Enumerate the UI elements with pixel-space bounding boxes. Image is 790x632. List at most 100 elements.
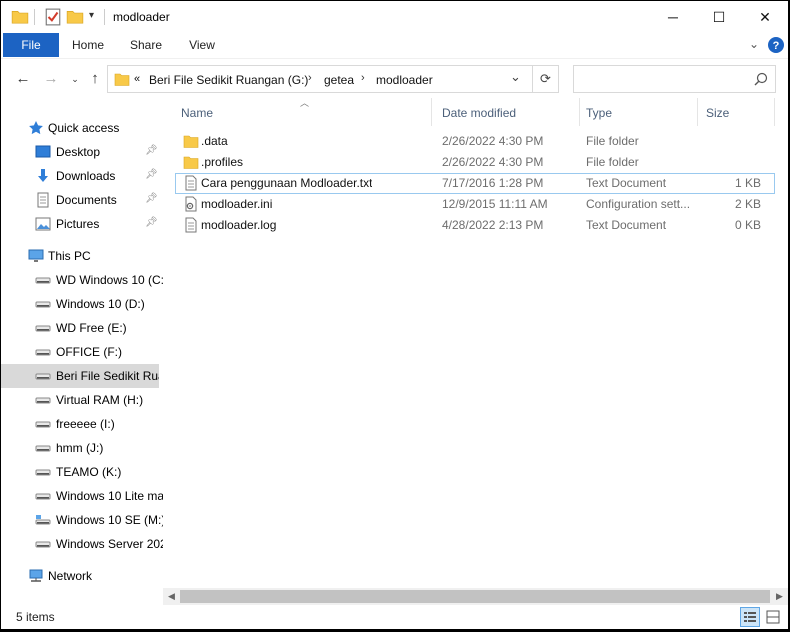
- back-button[interactable]: ←: [13, 69, 33, 89]
- nav-drive[interactable]: Windows 10 Lite ma: [1, 484, 163, 508]
- customize-quick-access-icon[interactable]: ▾: [89, 10, 94, 21]
- nav-documents[interactable]: Documents 📌︎: [1, 188, 163, 212]
- scrollbar-thumb[interactable]: [180, 590, 770, 603]
- pin-icon: 📌︎: [145, 217, 158, 228]
- table-row[interactable]: .data 2/26/2022 4:30 PM File folder: [175, 131, 775, 152]
- large-icons-view-icon: [766, 610, 780, 624]
- tab-file[interactable]: File: [3, 33, 59, 57]
- nav-drive[interactable]: freeeee (I:): [1, 412, 163, 436]
- text-file-icon: [185, 217, 197, 233]
- drive-icon: [35, 349, 51, 356]
- properties-icon[interactable]: [44, 8, 62, 26]
- table-row[interactable]: .profiles 2/26/2022 4:30 PM File folder: [175, 152, 775, 173]
- nav-drive[interactable]: hmm (J:): [1, 436, 163, 460]
- file-size: 0 KB: [734, 218, 761, 232]
- column-header-size[interactable]: Size: [698, 98, 778, 126]
- table-row[interactable]: modloader.log 4/28/2022 2:13 PM Text Doc…: [175, 215, 775, 236]
- nav-desktop[interactable]: Desktop 📌︎: [1, 140, 163, 164]
- nav-network[interactable]: Network: [1, 564, 163, 588]
- file-list: Name ︿ Date modified Type Size .data 2/2…: [163, 98, 788, 603]
- tab-home[interactable]: Home: [63, 33, 113, 57]
- table-row-focused[interactable]: Cara penggunaan Modloader.txt 7/17/2016 …: [175, 173, 775, 194]
- column-label: Name: [181, 106, 214, 120]
- file-type: Text Document: [586, 218, 667, 232]
- explorer-window: ▾ modloader ─ ☐ ✕ File Home Share View ⌄…: [1, 1, 788, 629]
- nav-label: Beri File Sedikit Ruangan (G:): [56, 369, 159, 383]
- nav-drive-selected[interactable]: Beri File Sedikit Ruangan (G:): [1, 364, 159, 388]
- tab-share[interactable]: Share: [121, 33, 171, 57]
- file-name: modloader.log: [201, 218, 277, 232]
- item-count: 5 items: [16, 610, 55, 624]
- nav-drive[interactable]: WD Windows 10 (C:: [1, 268, 163, 292]
- file-date: 2/26/2022 4:30 PM: [442, 155, 544, 169]
- refresh-button[interactable]: ⟳: [540, 71, 551, 87]
- details-view-icon: [744, 612, 756, 622]
- drive-icon: [35, 397, 51, 404]
- nav-downloads[interactable]: Downloads 📌︎: [1, 164, 163, 188]
- address-bar[interactable]: « Beri File Sedikit Ruangan (G:) › getea…: [107, 65, 559, 93]
- column-header-date[interactable]: Date modified: [432, 98, 575, 126]
- nav-drive[interactable]: Windows Server 202: [1, 532, 163, 556]
- recent-locations-button[interactable]: ⌄: [65, 69, 85, 89]
- nav-drive[interactable]: Windows 10 (D:): [1, 292, 163, 316]
- nav-label: WD Windows 10 (C:: [56, 273, 163, 287]
- breadcrumb-modloader[interactable]: modloader: [376, 73, 433, 87]
- folder-icon: [183, 156, 199, 169]
- up-button[interactable]: ↑: [85, 69, 105, 89]
- file-type: File folder: [586, 134, 639, 148]
- nav-pictures[interactable]: Pictures 📌︎: [1, 212, 163, 236]
- folder-icon: [114, 73, 130, 86]
- scroll-right-icon[interactable]: ▶: [771, 589, 788, 604]
- drive-icon: [35, 325, 51, 332]
- breadcrumb-separator[interactable]: ›: [308, 72, 312, 84]
- nav-label: TEAMO (K:): [56, 465, 122, 479]
- nav-label: freeeee (I:): [56, 417, 115, 431]
- chevron-down-icon[interactable]: ⌄: [749, 37, 759, 51]
- breadcrumb-separator[interactable]: ›: [361, 72, 365, 84]
- nav-label: Windows 10 Lite ma: [56, 489, 163, 503]
- drive-icon: [35, 445, 51, 452]
- large-icons-view-button[interactable]: [763, 607, 783, 627]
- table-row[interactable]: modloader.ini 12/9/2015 11:11 AM Configu…: [175, 194, 775, 215]
- nav-label: Virtual RAM (H:): [56, 393, 144, 407]
- file-date: 2/26/2022 4:30 PM: [442, 134, 544, 148]
- nav-label: Network: [48, 569, 93, 583]
- forward-button[interactable]: →: [41, 69, 61, 89]
- nav-drive[interactable]: TEAMO (K:): [1, 460, 163, 484]
- minimize-button[interactable]: ─: [650, 1, 696, 33]
- breadcrumb-drive[interactable]: Beri File Sedikit Ruangan (G:): [149, 73, 308, 87]
- nav-quick-access[interactable]: Quick access: [1, 116, 163, 140]
- title-divider: [34, 9, 35, 25]
- address-dropdown-button[interactable]: ⌄: [510, 69, 521, 85]
- details-view-button[interactable]: [740, 607, 760, 627]
- tab-view[interactable]: View: [177, 33, 227, 57]
- nav-drive[interactable]: WD Free (E:): [1, 316, 163, 340]
- svg-text:?: ?: [773, 40, 780, 52]
- drive-icon: [35, 373, 51, 380]
- drive-icon: [35, 421, 51, 428]
- breadcrumb-overflow[interactable]: «: [134, 73, 140, 85]
- help-icon[interactable]: ?: [767, 36, 785, 54]
- file-size: 2 KB: [734, 197, 761, 211]
- file-type: Text Document: [586, 176, 667, 190]
- nav-drive[interactable]: Virtual RAM (H:): [1, 388, 163, 412]
- nav-drive[interactable]: Windows 10 SE (M:): [1, 508, 163, 532]
- file-name: modloader.ini: [201, 197, 273, 211]
- nav-this-pc[interactable]: This PC: [1, 244, 163, 268]
- scroll-left-icon[interactable]: ◀: [163, 589, 180, 604]
- search-input[interactable]: [573, 65, 776, 93]
- pin-icon: 📌︎: [145, 145, 158, 156]
- column-divider[interactable]: [774, 98, 775, 126]
- new-folder-icon[interactable]: [66, 8, 84, 26]
- download-icon: [38, 169, 48, 182]
- search-icon[interactable]: [754, 72, 768, 86]
- breadcrumb-getea[interactable]: getea: [324, 73, 354, 87]
- maximize-button[interactable]: ☐: [696, 1, 742, 33]
- drive-icon: [35, 541, 51, 548]
- column-header-name[interactable]: Name ︿: [163, 98, 425, 126]
- nav-drive[interactable]: OFFICE (F:): [1, 340, 163, 364]
- horizontal-scrollbar[interactable]: ◀ ▶: [163, 588, 788, 605]
- column-header-type[interactable]: Type: [580, 98, 695, 126]
- nav-label: Quick access: [48, 121, 120, 135]
- close-button[interactable]: ✕: [742, 1, 788, 33]
